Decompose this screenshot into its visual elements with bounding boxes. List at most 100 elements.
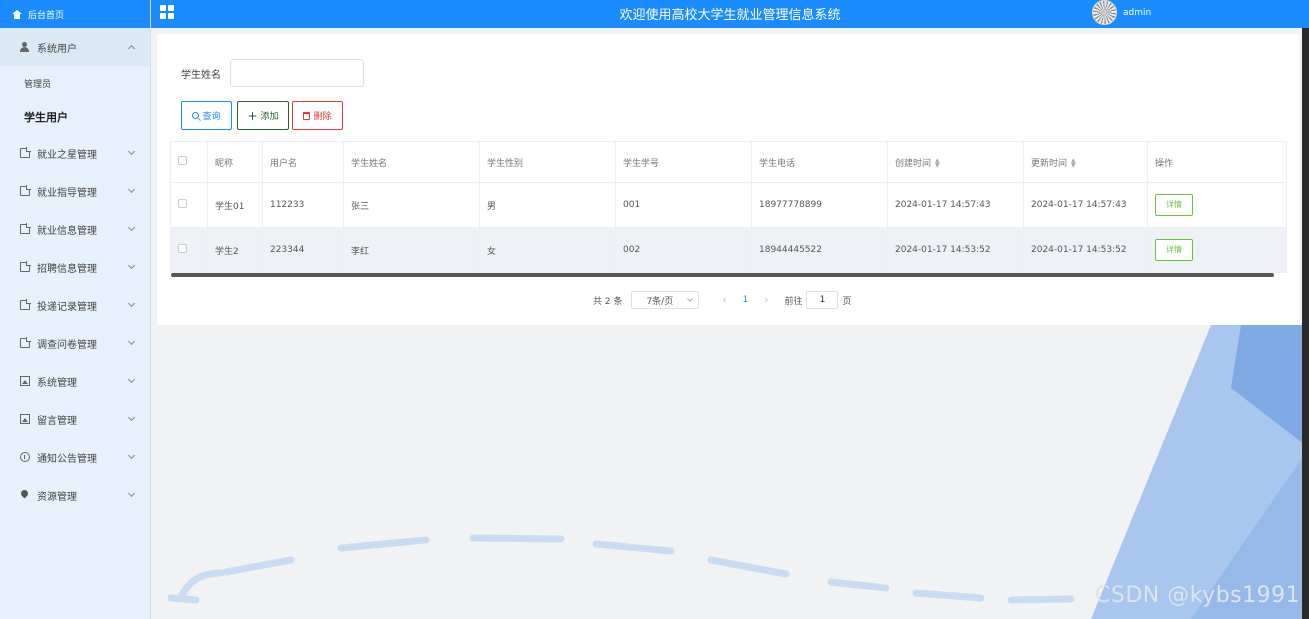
sort-icon[interactable]: ▲ ▼ [1071,158,1076,169]
sidebar-item-application-records[interactable]: 投递记录管理 [0,286,150,324]
sidebar-item-notice[interactable]: 通知公告管理 [0,438,150,476]
cell-action: 详情 [1147,182,1287,228]
plus-icon: + [247,108,258,123]
document-icon [20,185,31,196]
column-header: 学生姓名 [343,141,480,183]
column-header: 学生性别 [479,141,616,183]
goto-label: 前往 [784,296,803,307]
document-icon [20,299,31,310]
sidebar-subitem-admin[interactable]: 管理员 [0,66,150,100]
row-checkbox-cell[interactable] [170,227,208,273]
sort-icon[interactable]: ▲ ▼ [935,158,940,169]
cell-updated: 2024-01-17 14:57:43 [1023,182,1148,228]
chevron-down-icon [127,185,136,194]
sidebar-item-label: 资源管理 [37,491,77,503]
sidebar-item-employment-star[interactable]: 就业之星管理 [0,134,150,172]
chevron-down-icon [127,489,136,498]
document-icon [20,223,31,234]
search-button[interactable]: 查询 [181,101,232,130]
sidebar-subitem-student-users[interactable]: 学生用户 [0,100,150,134]
row-checkbox[interactable] [178,244,187,253]
location-pin-icon [20,490,30,500]
select-all-cell[interactable] [170,141,208,183]
chevron-down-icon [127,413,136,422]
sidebar-home-label: 后台首页 [28,10,65,21]
column-header-sortable[interactable]: 更新时间 ▲ ▼ [1023,141,1148,183]
info-icon [20,452,30,462]
window-edge [1302,28,1309,619]
cell-student-no: 002 [615,227,752,273]
prev-page-icon[interactable]: ‹ [712,295,736,306]
delete-button-label: 删除 [313,112,332,122]
sidebar-item-employment-guidance[interactable]: 就业指导管理 [0,172,150,210]
sidebar-item-label: 就业信息管理 [37,225,97,237]
chevron-down-icon [127,375,136,384]
avatar[interactable] [1092,0,1117,25]
students-table: 昵称 用户名 学生姓名 学生性别 学生学号 学生电话 创建时间 ▲ ▼ 更新时间 ▲ ▼… [170,141,1287,273]
cell-gender: 男 [479,182,616,228]
column-header-sortable[interactable]: 创建时间 ▲ ▼ [887,141,1024,183]
horizontal-scrollbar[interactable] [171,273,1274,277]
cell-phone: 18977778899 [751,182,888,228]
sidebar-item-resources[interactable]: 资源管理 [0,476,150,514]
search-icon [192,112,200,119]
sidebar: 后台首页 系统用户 管理员 学生用户 就业之星管理 就业指导管理 就业信息管理 … [0,0,151,619]
sidebar-item-system-users[interactable]: 系统用户 [0,28,150,66]
add-button[interactable]: + 添加 [237,101,289,130]
watermark: CSDN @kybs1991 [1095,583,1301,608]
detail-button[interactable]: 详情 [1155,239,1193,261]
sidebar-item-recruitment-info[interactable]: 招聘信息管理 [0,248,150,286]
chevron-up-icon [127,44,136,53]
sidebar-item-label: 系统管理 [37,377,77,389]
chevron-down-icon [127,147,136,156]
chevron-down-icon [687,295,694,302]
chevron-down-icon [127,337,136,346]
sidebar-item-message[interactable]: 留言管理 [0,400,150,438]
sidebar-item-system-management[interactable]: 系统管理 [0,362,150,400]
row-checkbox[interactable] [178,199,187,208]
user-icon [20,42,30,52]
detail-button[interactable]: 详情 [1155,194,1193,216]
image-icon [20,376,30,386]
student-name-input[interactable] [230,59,364,87]
table-header-row: 昵称 用户名 学生姓名 学生性别 学生学号 学生电话 创建时间 ▲ ▼ 更新时间 ▲ ▼… [170,141,1287,183]
page-number-current[interactable]: 1 [736,295,754,305]
cell-created: 2024-01-17 14:57:43 [887,182,1024,228]
column-header: 学生学号 [615,141,752,183]
sidebar-item-label: 通知公告管理 [37,453,97,465]
search-label: 学生姓名 [181,70,221,81]
chevron-down-icon [127,261,136,270]
delete-button[interactable]: 删除 [292,101,343,130]
cell-student-no: 001 [615,182,752,228]
chevron-down-icon [127,451,136,460]
top-header: 欢迎使用高校大学生就业管理信息系统 admin [151,0,1309,28]
document-icon [20,147,31,158]
cell-created: 2024-01-17 14:53:52 [887,227,1024,273]
main-card: 学生姓名 查询 + 添加 删除 昵称 用户名 学生姓名 学生性别 学生学号 学生… [157,34,1299,325]
chevron-down-icon [127,223,136,232]
sidebar-item-employment-info[interactable]: 就业信息管理 [0,210,150,248]
pagination-total: 共 2 条 [593,296,623,307]
sidebar-item-questionnaire[interactable]: 调查问卷管理 [0,324,150,362]
row-checkbox-cell[interactable] [170,182,208,228]
cell-updated: 2024-01-17 14:53:52 [1023,227,1148,273]
username-label[interactable]: admin [1123,8,1151,18]
sidebar-home[interactable]: 后台首页 [0,0,150,28]
page-size-select[interactable]: 7条/页 [631,291,700,309]
goto-page-input[interactable]: 1 [806,291,839,309]
cell-student-name: 张三 [343,182,480,228]
cell-nickname: 学生2 [207,227,263,273]
select-all-checkbox[interactable] [178,156,187,165]
cell-username: 223344 [262,227,344,273]
home-icon [12,9,22,19]
image-icon [20,414,30,424]
sidebar-item-label: 投递记录管理 [37,301,97,313]
table-row[interactable]: 学生01 112233 张三 男 001 18977778899 2024-01… [170,182,1287,228]
document-icon [20,337,31,348]
cell-username: 112233 [262,182,344,228]
cell-nickname: 学生01 [207,182,263,228]
sidebar-item-label: 就业指导管理 [37,187,97,199]
table-row[interactable]: 学生2 223344 李红 女 002 18944445522 2024-01-… [170,227,1287,273]
next-page-icon[interactable]: › [754,295,778,306]
cell-phone: 18944445522 [751,227,888,273]
